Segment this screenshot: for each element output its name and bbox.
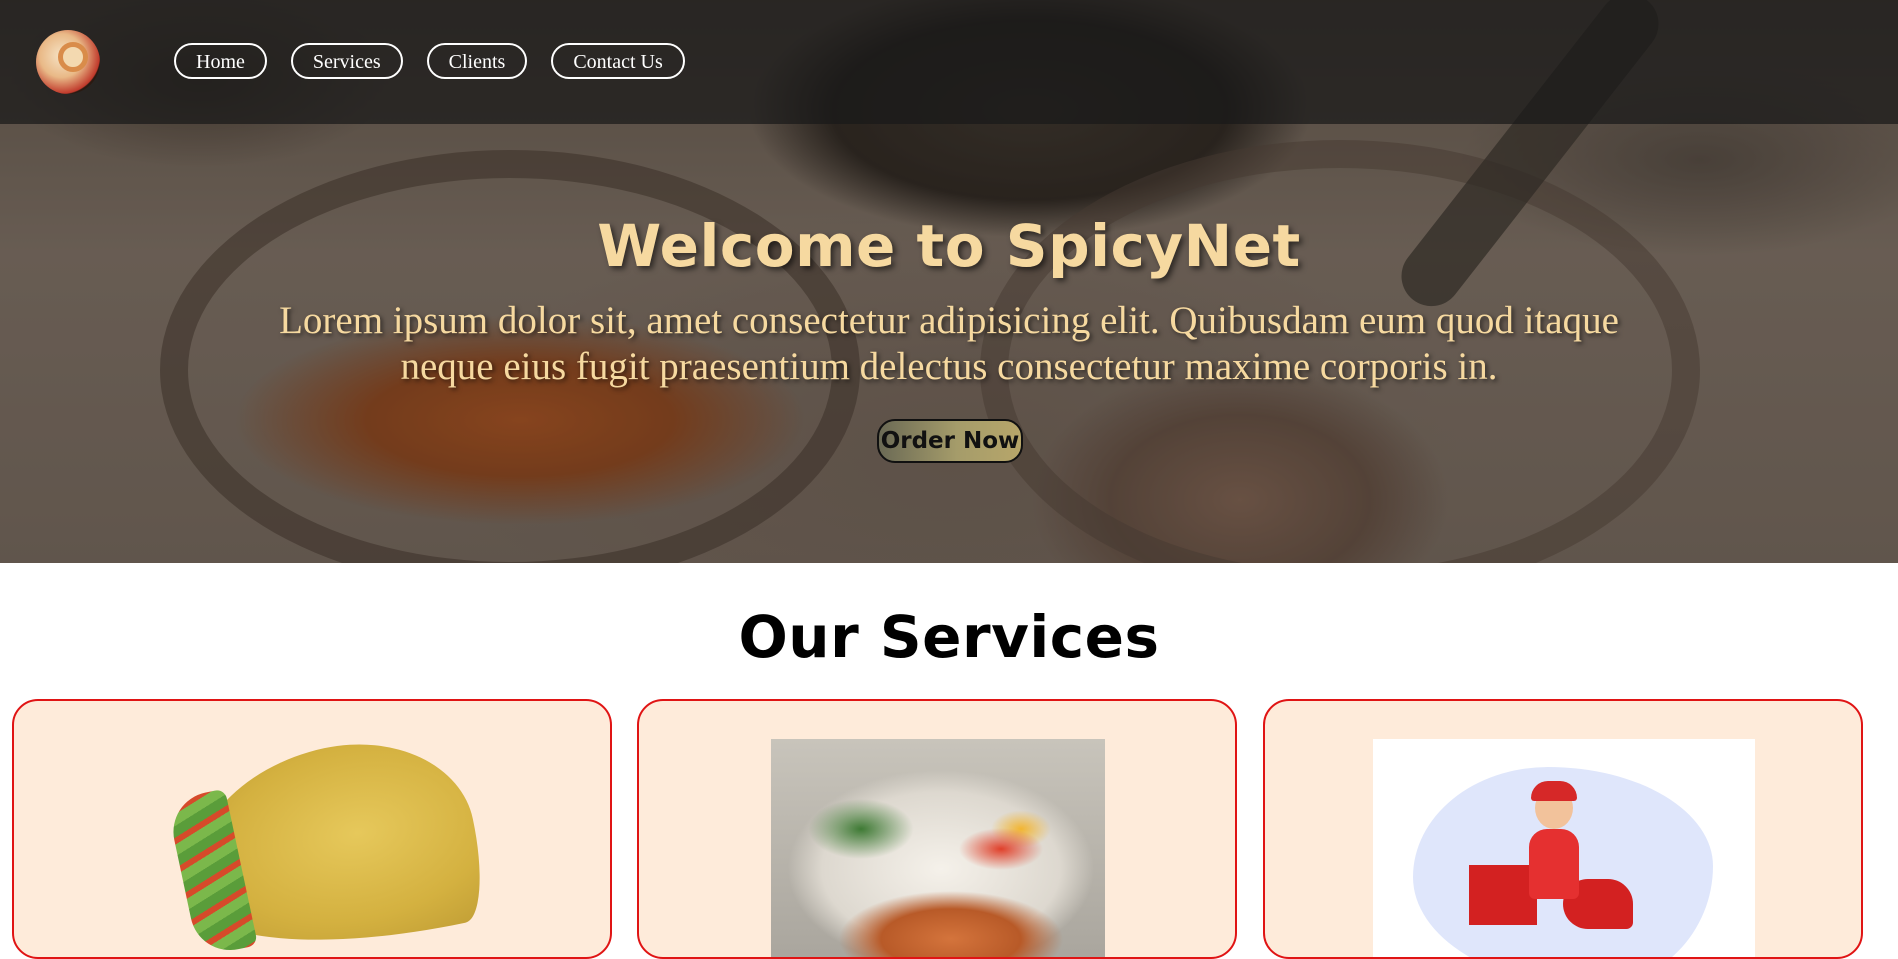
services-heading: Our Services	[738, 603, 1160, 671]
top-navigation-bar: Home Services Clients Contact Us	[0, 0, 1898, 124]
spice-bowl-logo-icon[interactable]	[36, 30, 100, 94]
rider-body	[1529, 829, 1579, 899]
delivery-rider-illustration	[1373, 739, 1755, 957]
nav-clients-button[interactable]: Clients	[426, 43, 528, 79]
nav-contact-button[interactable]: Contact Us	[551, 43, 685, 79]
order-now-button[interactable]: Order Now	[877, 419, 1023, 463]
service-card-delivery[interactable]	[1263, 699, 1863, 959]
nav-home-button[interactable]: Home	[174, 43, 267, 79]
hero-description: Lorem ipsum dolor sit, amet consectetur …	[279, 299, 1619, 388]
nav-services-button[interactable]: Services	[290, 43, 403, 79]
logo-swirl	[58, 42, 88, 72]
delivery-box	[1469, 865, 1537, 925]
service-card-taco[interactable]	[12, 699, 612, 959]
grilled-salmon-salad-image	[771, 739, 1105, 957]
service-card-dining[interactable]	[637, 699, 1237, 959]
hero-title: Welcome to SpicyNet	[597, 212, 1301, 280]
hero-section: Home Services Clients Contact Us Welcome…	[0, 0, 1898, 563]
main-nav: Home Services Clients Contact Us	[174, 43, 685, 79]
rider-cap	[1531, 781, 1577, 801]
